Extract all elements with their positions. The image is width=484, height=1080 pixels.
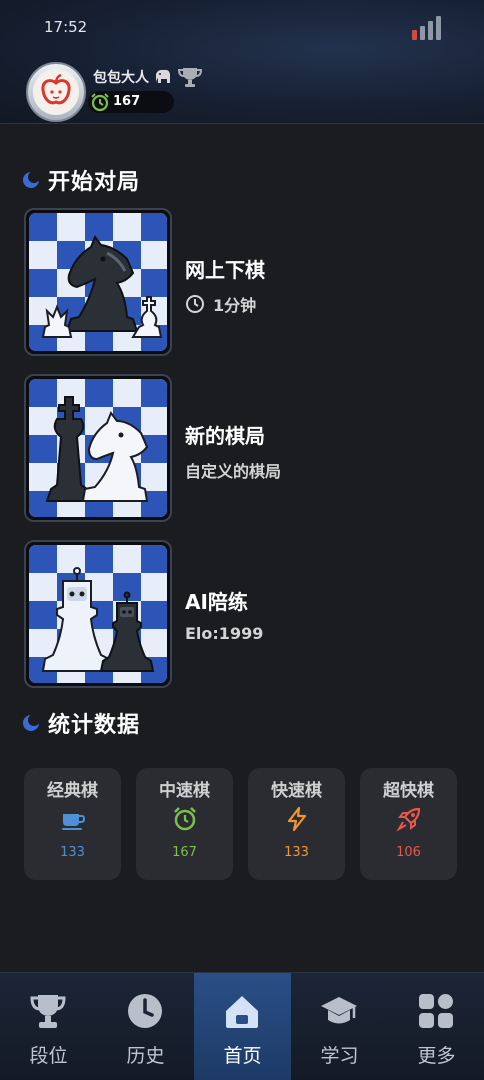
apple-icon	[41, 73, 71, 105]
avatar-image	[33, 69, 79, 115]
clock-icon	[186, 295, 204, 313]
section-title: 开始对局	[48, 170, 141, 195]
play-online-title: 网上下棋	[185, 258, 265, 282]
rating-pill: 167	[88, 91, 174, 113]
rating-value: 167	[113, 94, 141, 109]
alarm-clock-icon	[174, 807, 196, 831]
stat-label: 经典棋	[47, 781, 98, 801]
nav-more[interactable]: 更多	[388, 973, 484, 1080]
elephant-icon	[156, 69, 170, 84]
stat-value: 133	[60, 845, 85, 860]
section-start-game: 开始对局	[22, 165, 140, 195]
nav-label: 首页	[223, 1045, 262, 1067]
nav-rank[interactable]: 段位	[0, 973, 97, 1080]
section-statistics: 统计数据	[22, 708, 140, 738]
ai-practice-card[interactable]: AI陪练 Elo:1999	[24, 540, 464, 688]
stat-value: 167	[172, 845, 197, 860]
time-control-label: 1分钟	[213, 296, 257, 315]
knight-pieces-illustration	[29, 213, 167, 351]
king-knight-illustration	[29, 379, 167, 517]
stat-bullet[interactable]: 超快棋 106	[360, 768, 457, 880]
robot-pawns-illustration	[29, 545, 167, 683]
ai-elo-label: Elo:1999	[185, 624, 264, 643]
nav-label: 学习	[320, 1045, 359, 1067]
stat-label: 超快棋	[383, 781, 434, 801]
stat-label: 中速棋	[159, 781, 210, 801]
nav-label: 历史	[126, 1045, 165, 1067]
lightning-icon	[287, 806, 307, 832]
new-game-thumbnail	[24, 374, 172, 522]
trophy-icon	[177, 68, 203, 87]
avatar[interactable]	[26, 62, 86, 122]
header: 17:52 包包大人 167	[0, 0, 484, 124]
ai-practice-title: AI陪练	[185, 590, 248, 614]
stat-value: 133	[284, 845, 309, 860]
play-online-card[interactable]: 网上下棋 1分钟	[24, 208, 464, 356]
new-game-subtitle: 自定义的棋局	[185, 458, 281, 482]
ai-practice-subtitle: Elo:1999	[185, 624, 263, 643]
status-time: 17:52	[44, 18, 88, 36]
section-title: 统计数据	[48, 713, 141, 738]
username: 包包大人	[93, 70, 149, 86]
trophy-icon	[30, 995, 66, 1028]
nav-history[interactable]: 历史	[97, 973, 194, 1080]
new-game-description: 自定义的棋局	[185, 462, 282, 481]
play-online-thumbnail	[24, 208, 172, 356]
moon-icon	[23, 171, 40, 188]
stat-rapid[interactable]: 中速棋 167	[136, 768, 233, 880]
alarm-clock-icon	[91, 93, 109, 112]
clock-icon	[128, 994, 162, 1028]
stats-panel: 经典棋 133 中速棋 167 快速棋 133 超快棋 106	[24, 768, 464, 880]
nav-learn[interactable]: 学习	[291, 973, 388, 1080]
home-icon	[226, 996, 258, 1028]
nav-label: 段位	[29, 1045, 68, 1067]
cup-icon	[62, 814, 86, 830]
new-game-title: 新的棋局	[185, 424, 265, 448]
moon-icon	[23, 714, 40, 731]
stat-blitz[interactable]: 快速棋 133	[248, 768, 345, 880]
stat-classical[interactable]: 经典棋 133	[24, 768, 121, 880]
nav-label: 更多	[417, 1045, 456, 1067]
stat-value: 106	[396, 845, 421, 860]
grid-icon	[419, 994, 453, 1028]
stat-label: 快速棋	[271, 781, 322, 801]
user-badges	[155, 66, 207, 88]
bottom-nav: 段位 历史 首页 学习 更多	[0, 972, 484, 1080]
new-game-card[interactable]: 新的棋局 自定义的棋局	[24, 374, 464, 522]
ai-practice-thumbnail	[24, 540, 172, 688]
graduation-cap-icon	[321, 997, 357, 1024]
nav-home[interactable]: 首页	[194, 973, 291, 1080]
play-online-subtitle: 1分钟	[185, 292, 256, 316]
signal-icon	[412, 16, 444, 40]
rocket-icon	[396, 807, 421, 832]
